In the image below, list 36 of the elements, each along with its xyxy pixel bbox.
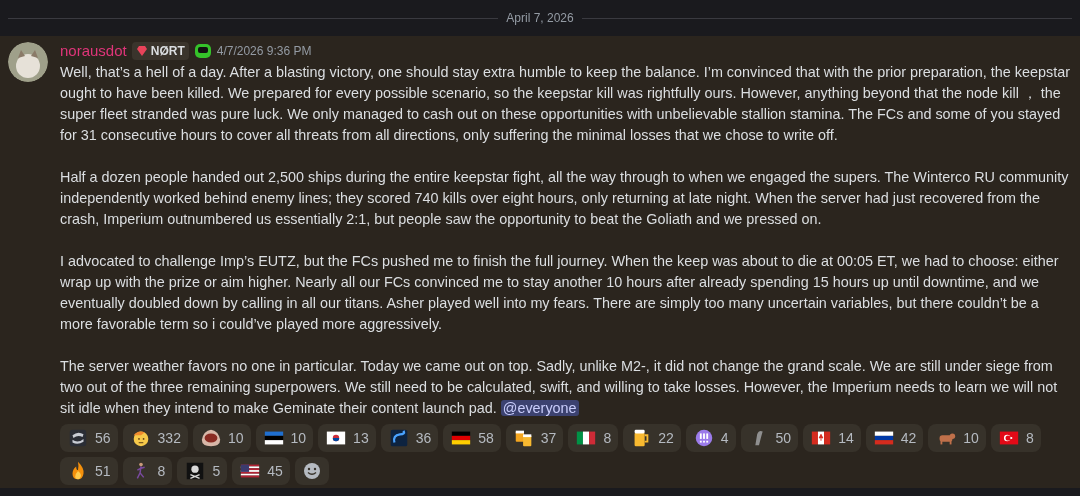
message-paragraph: Half a dozen people handed out 2,500 ships during the entire keepstar fight, all the way through to when we engaged the supers. The Winterco RU community independently worked behind enemy lines; they scored 740 kills over eight hours, only returning at late night. When the server had just recovered from the crash, Imperium outnumbered us essentially 2:1, but people saw the opportunity to beat the Goliath and we pressed on. — [60, 168, 1070, 229]
mention-link[interactable]: @everyone — [500, 400, 579, 416]
date-divider: April 7, 2026 — [505, 10, 575, 27]
reaction-button[interactable]: 51 — [60, 457, 118, 485]
timestamp: 4/7/2026 9:36 PM — [216, 43, 312, 60]
message-paragraph: I advocated to challenge Imp’s EUTZ, but the FCs pushed me to finish the full journey. When the keep was about to die at 00:05 ET, we had to choose: either wrap up with the prize or aim higher. Nearly all our FCs convinced me to stay another 10 hours after already spending 15 hours up until downtime, and we eventually doubled down by calling in all our titans. Asher played well into my fears. There are simply too many uncertain variables, but there couldn’t be a more favorable term so i could’ve played more aggressively. — [60, 252, 1060, 334]
reaction-button[interactable]: 5 — [177, 457, 228, 485]
reaction-button[interactable]: 8 — [568, 424, 619, 452]
reaction-button[interactable]: 45 — [232, 457, 290, 485]
username[interactable]: norausdot — [60, 39, 127, 63]
avatar[interactable] — [8, 42, 48, 82]
reaction-button[interactable]: 13 — [318, 424, 376, 452]
badge-icon — [193, 42, 212, 60]
reaction-button[interactable]: 50 — [740, 424, 799, 452]
reaction-button[interactable]: 37 — [505, 424, 564, 452]
reaction-button[interactable]: 10 — [192, 424, 251, 452]
reaction-button[interactable]: 36 — [380, 424, 439, 452]
reaction-button[interactable]: 42 — [865, 424, 924, 452]
reaction-button[interactable]: 58 — [443, 424, 501, 452]
reaction-button[interactable]: 8 — [990, 424, 1041, 452]
reaction-button[interactable]: 332 — [122, 424, 188, 452]
add-reaction-button[interactable] — [294, 457, 329, 485]
reaction-button[interactable]: 14 — [803, 424, 861, 452]
guild-tag[interactable]: NØRT — [131, 42, 189, 60]
reaction-button[interactable]: 56 — [60, 424, 118, 452]
reaction-button[interactable]: 8 — [122, 457, 173, 485]
reaction-button[interactable]: 10 — [928, 424, 986, 452]
smiley-icon — [302, 462, 321, 480]
reaction-button[interactable]: 4 — [685, 424, 736, 452]
message-paragraph: The server weather favors no one in particular. Today we came out on top. Sadly, unlike M2-, it did not change the grand scale. We are still under siege from two out of the three remaining superpowers. We still need to be calculated, swift, and willing to take losses. However, the Imperium needs to learn we will not sit idle when they intend to make Geminate their content launch pad. @everyone — [60, 357, 1059, 418]
gem-icon — [135, 45, 148, 57]
shell-icon — [199, 427, 222, 449]
reaction-button[interactable]: 22 — [623, 424, 681, 452]
message-paragraph: Well, that’s a hell of a day. After a blasting victory, one should stay extra humble to keep the balance. I’m convinced that with the prior preparation, the keepstar ought to have been killed. We prepared for every possible scenario, so the keepstar kill was rightfully ours. However, anything beyond that the node kill ， the super fleet stranded was pure luck. We only managed to cash out on these opportunities with unbelievable stallion stamina. The FCs and some of you stayed for 31 consecutive hours to cover all threats from all directions, only suffering the minimal losses that we chose to write off. — [60, 63, 1072, 145]
reaction-button[interactable]: 10 — [255, 424, 314, 452]
logo-icon — [67, 427, 89, 449]
